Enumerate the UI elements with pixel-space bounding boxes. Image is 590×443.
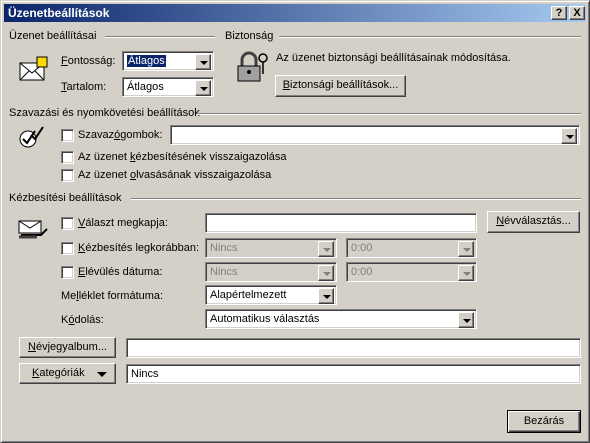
chevron-down-icon (97, 372, 107, 377)
expires-checkbox[interactable] (61, 266, 74, 279)
padlock-keys-icon (237, 51, 268, 82)
replies-to-input[interactable] (205, 213, 477, 233)
security-divider (279, 36, 581, 38)
envelope-settings-icon (19, 56, 48, 81)
message-settings-divider (105, 36, 215, 38)
attachment-format-label: Melléklet formátuma: (61, 290, 164, 302)
security-settings-button[interactable]: Biztonsági beállítások... (275, 75, 406, 97)
close-dialog-button[interactable]: Bezárás (507, 410, 581, 433)
defer-delivery-label: Kézbesítés legkorábban: (78, 242, 200, 254)
importance-dropdown-arrow[interactable] (195, 54, 211, 70)
contacts-input[interactable] (126, 338, 581, 358)
defer-date-select[interactable]: Nincs (205, 238, 337, 258)
expire-time-select[interactable]: 0:00 (346, 262, 477, 282)
message-settings-heading: Üzenet beállításai (9, 30, 97, 42)
title-bar: Üzenetbeállítások ? X (4, 4, 586, 22)
expire-date-dropdown-arrow[interactable] (318, 265, 334, 281)
attachment-format-dropdown-arrow[interactable] (318, 288, 334, 304)
voting-heading: Szavazási és nyomkövetési beállítások (9, 107, 200, 119)
importance-label: Fontosság: (61, 55, 116, 67)
categories-input[interactable]: Nincs (126, 364, 581, 384)
delivery-divider (131, 198, 581, 200)
defer-delivery-checkbox[interactable] (61, 242, 74, 255)
replies-to-checkbox[interactable] (61, 217, 74, 230)
voting-dropdown-arrow[interactable] (561, 128, 577, 144)
expire-date-select[interactable]: Nincs (205, 262, 337, 282)
expire-time-dropdown-arrow[interactable] (458, 265, 474, 281)
read-receipt-checkbox[interactable] (61, 169, 74, 182)
defer-date-dropdown-arrow[interactable] (318, 241, 334, 257)
window-title: Üzenetbeállítások (8, 6, 110, 20)
replies-to-label: Választ megkapja: (78, 217, 168, 229)
voting-buttons-select[interactable] (170, 125, 580, 145)
sensitivity-select[interactable]: Átlagos (122, 77, 214, 97)
security-description: Az üzenet biztonsági beállításainak módo… (276, 52, 511, 64)
sensitivity-dropdown-arrow[interactable] (195, 80, 211, 96)
sensitivity-label: Tartalom: (61, 81, 107, 93)
defer-time-select[interactable]: 0:00 (346, 238, 477, 258)
select-names-button[interactable]: Névválasztás... (487, 211, 580, 233)
attachment-format-select[interactable]: Alapértelmezett (205, 285, 337, 305)
expires-label: Elévülés dátuma: (78, 266, 163, 278)
delivery-heading: Kézbesítési beállítások (9, 192, 122, 204)
voting-buttons-checkbox[interactable] (61, 129, 74, 142)
encoding-label: Kódolás: (61, 314, 104, 326)
contacts-button[interactable]: Névjegyalbum... (19, 337, 116, 358)
encoding-dropdown-arrow[interactable] (458, 312, 474, 328)
voting-checkmarks-icon (19, 126, 44, 148)
categories-button[interactable]: Kategóriák (19, 363, 116, 384)
voting-divider (197, 113, 581, 115)
help-button[interactable]: ? (551, 6, 567, 20)
delivery-receipt-label: Az üzenet kézbesítésének visszaigazolása (78, 151, 287, 163)
close-window-button[interactable]: X (569, 6, 585, 20)
security-heading: Biztonság (225, 30, 274, 42)
voting-buttons-label: Szavazógombok: (78, 129, 163, 141)
read-receipt-label: Az üzenet olvasásának visszaigazolása (78, 169, 272, 181)
message-options-dialog: Üzenetbeállítások ? X Üzenet beállításai… (0, 0, 590, 443)
importance-select[interactable]: Átlagos (122, 51, 214, 71)
defer-time-dropdown-arrow[interactable] (458, 241, 474, 257)
encoding-select[interactable]: Automatikus választás (205, 309, 477, 329)
delivery-hand-icon (18, 220, 48, 239)
delivery-receipt-checkbox[interactable] (61, 151, 74, 164)
